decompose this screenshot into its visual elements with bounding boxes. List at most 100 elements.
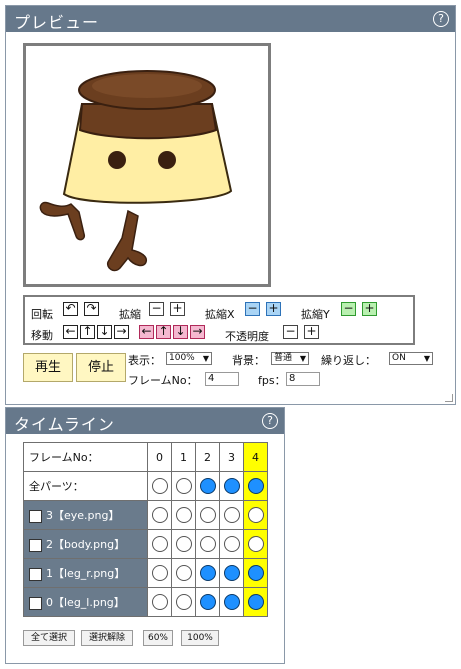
part-row-header[interactable]: 2【body.png】 bbox=[23, 529, 148, 559]
scale-y-plus-button[interactable]: + bbox=[362, 301, 377, 316]
keyframe-circle-icon bbox=[247, 565, 264, 581]
keyframe-cell[interactable] bbox=[147, 529, 172, 559]
preview-canvas[interactable] bbox=[23, 43, 271, 287]
move-fast-up-button[interactable]: ↑ bbox=[156, 324, 171, 339]
move-up-button[interactable]: ↑ bbox=[80, 324, 95, 339]
background-value: 普通 bbox=[274, 353, 293, 363]
part-checkbox[interactable] bbox=[29, 538, 42, 552]
part-label: 0【leg_l.png】 bbox=[46, 596, 125, 609]
keyframe-cell[interactable] bbox=[219, 587, 244, 617]
pudding-character-image bbox=[39, 70, 233, 272]
plus-icon: + bbox=[364, 301, 375, 315]
right-eye bbox=[158, 151, 176, 169]
frame-header-4[interactable]: 4 bbox=[243, 442, 268, 472]
arrow-right-icon: → bbox=[116, 324, 127, 338]
rotate-ccw-button[interactable]: ↶ bbox=[63, 301, 78, 316]
move-left-button[interactable]: ← bbox=[63, 324, 78, 339]
play-button[interactable]: 再生 bbox=[23, 353, 73, 382]
rotate-ccw-icon: ↶ bbox=[65, 301, 76, 315]
keyframe-cell[interactable] bbox=[243, 529, 268, 559]
opacity-minus-button[interactable]: − bbox=[283, 324, 298, 339]
keyframe-cell[interactable] bbox=[243, 471, 268, 501]
keyframe-circle-icon bbox=[199, 594, 216, 610]
plus-icon: + bbox=[268, 301, 279, 315]
keyframe-cell[interactable] bbox=[195, 587, 220, 617]
part-row-header[interactable]: 0【leg_l.png】 bbox=[23, 587, 148, 617]
keyframe-circle-icon bbox=[223, 594, 240, 610]
keyframe-cell[interactable] bbox=[171, 558, 196, 588]
timeline-titlebar[interactable]: タイムライン ? bbox=[6, 408, 284, 434]
move-down-button[interactable]: ↓ bbox=[97, 324, 112, 339]
scale-y-minus-button[interactable]: − bbox=[341, 301, 356, 316]
keyframe-circle-icon bbox=[151, 536, 168, 552]
scale-label: 拡縮 bbox=[119, 308, 141, 321]
zoom-100-button[interactable]: 100% bbox=[181, 630, 219, 646]
frame-no-input[interactable]: 4 bbox=[205, 372, 239, 386]
keyframe-cell[interactable] bbox=[171, 500, 196, 530]
stop-button[interactable]: 停止 bbox=[76, 353, 126, 382]
move-fast-down-button[interactable]: ↓ bbox=[173, 324, 188, 339]
repeat-select[interactable]: ON ▼ bbox=[389, 352, 433, 365]
timeline-help-icon[interactable]: ? bbox=[262, 413, 278, 429]
keyframe-cell[interactable] bbox=[243, 500, 268, 530]
keyframe-cell[interactable] bbox=[171, 529, 196, 559]
move-fast-left-button[interactable]: ← bbox=[139, 324, 154, 339]
background-select[interactable]: 普通 ▼ bbox=[271, 352, 309, 365]
keyframe-cell[interactable] bbox=[195, 529, 220, 559]
part-row-header[interactable]: 3【eye.png】 bbox=[23, 500, 148, 530]
keyframe-cell[interactable] bbox=[195, 558, 220, 588]
display-zoom-value: 100% bbox=[169, 353, 195, 363]
frame-header-0[interactable]: 0 bbox=[147, 442, 172, 472]
keyframe-circle-icon bbox=[175, 536, 192, 552]
fps-input[interactable]: 8 bbox=[286, 372, 320, 386]
display-zoom-select[interactable]: 100% ▼ bbox=[166, 352, 212, 365]
fps-label: fps： bbox=[258, 374, 286, 387]
keyframe-cell[interactable] bbox=[147, 558, 172, 588]
keyframe-cell[interactable] bbox=[219, 558, 244, 588]
keyframe-cell[interactable] bbox=[219, 471, 244, 501]
keyframe-cell[interactable] bbox=[171, 587, 196, 617]
rotate-cw-button[interactable]: ↷ bbox=[84, 301, 99, 316]
keyframe-circle-icon bbox=[247, 507, 264, 523]
part-row-header[interactable]: 1【leg_r.png】 bbox=[23, 558, 148, 588]
move-right-button[interactable]: → bbox=[114, 324, 129, 339]
preview-titlebar[interactable]: プレビュー ? bbox=[6, 6, 455, 32]
part-checkbox[interactable] bbox=[29, 567, 42, 581]
zoom-60-button[interactable]: 60% bbox=[143, 630, 173, 646]
part-checkbox[interactable] bbox=[29, 509, 42, 523]
select-all-button[interactable]: 全て選択 bbox=[23, 630, 75, 646]
move-fast-right-button[interactable]: → bbox=[190, 324, 205, 339]
frame-header-1[interactable]: 1 bbox=[171, 442, 196, 472]
keyframe-cell[interactable] bbox=[219, 500, 244, 530]
keyframe-cell[interactable] bbox=[171, 471, 196, 501]
keyframe-cell[interactable] bbox=[195, 500, 220, 530]
keyframe-cell[interactable] bbox=[243, 558, 268, 588]
display-label: 表示： bbox=[128, 354, 161, 367]
part-checkbox[interactable] bbox=[29, 596, 42, 610]
keyframe-cell[interactable] bbox=[243, 587, 268, 617]
scale-plus-button[interactable]: + bbox=[170, 301, 185, 316]
arrow-left-icon: ← bbox=[141, 324, 152, 338]
all-parts-row: 全パーツ： bbox=[23, 471, 268, 501]
keyframe-circle-icon bbox=[223, 565, 240, 581]
preview-help-icon[interactable]: ? bbox=[433, 11, 449, 27]
opacity-plus-button[interactable]: + bbox=[304, 324, 319, 339]
right-leg bbox=[106, 209, 148, 272]
keyframe-circle-icon bbox=[151, 565, 168, 581]
frame-header-3[interactable]: 3 bbox=[219, 442, 244, 472]
part-label: 3【eye.png】 bbox=[46, 509, 120, 522]
scale-minus-button[interactable]: − bbox=[149, 301, 164, 316]
keyframe-circle-icon bbox=[247, 594, 264, 610]
keyframe-cell[interactable] bbox=[147, 500, 172, 530]
arrow-down-icon: ↓ bbox=[175, 324, 186, 338]
keyframe-cell[interactable] bbox=[219, 529, 244, 559]
keyframe-circle-icon bbox=[223, 536, 240, 552]
keyframe-cell[interactable] bbox=[147, 471, 172, 501]
deselect-button[interactable]: 選択解除 bbox=[81, 630, 133, 646]
resize-grip-icon[interactable] bbox=[445, 394, 453, 402]
keyframe-cell[interactable] bbox=[195, 471, 220, 501]
frame-header-2[interactable]: 2 bbox=[195, 442, 220, 472]
scale-x-plus-button[interactable]: + bbox=[266, 301, 281, 316]
scale-x-minus-button[interactable]: − bbox=[245, 301, 260, 316]
keyframe-cell[interactable] bbox=[147, 587, 172, 617]
